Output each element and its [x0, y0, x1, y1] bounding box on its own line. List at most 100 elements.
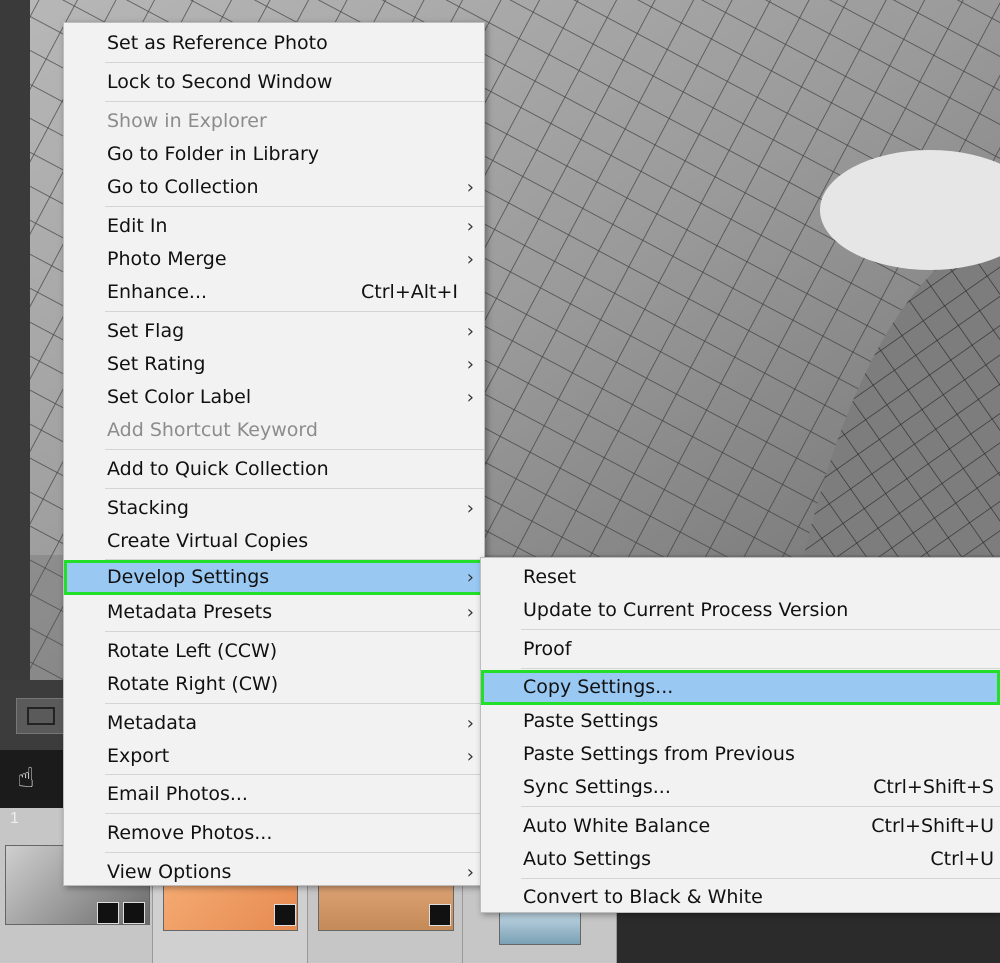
menu-item-email-photos[interactable]: Email Photos...	[64, 778, 484, 811]
menu-item-metadata[interactable]: Metadata ›	[64, 707, 484, 740]
submenu-chevron-icon: ›	[466, 387, 474, 408]
develop-badge-icon	[97, 902, 119, 924]
menu-item-label: Update to Current Process Version	[523, 599, 849, 621]
menu-item-set-as-reference-photo[interactable]: Set as Reference Photo	[64, 27, 484, 60]
menu-item-label: Convert to Black & White	[523, 886, 763, 908]
loupe-view-button[interactable]	[16, 698, 66, 734]
filmstrip-index-number: 1	[10, 810, 19, 827]
menu-separator	[105, 852, 484, 853]
menu-item-label: Export	[107, 745, 170, 767]
menu-item-shortcut: Ctrl+Shift+S	[873, 776, 994, 798]
menu-item-rotate-left[interactable]: Rotate Left (CCW)	[64, 635, 484, 668]
menu-item-label: Sync Settings...	[523, 776, 671, 798]
menu-item-label: Set as Reference Photo	[107, 32, 328, 54]
menu-item-stacking[interactable]: Stacking ›	[64, 492, 484, 525]
menu-item-lock-to-second-window[interactable]: Lock to Second Window	[64, 66, 484, 99]
menu-item-shortcut: Ctrl+Alt+I	[361, 281, 458, 303]
menu-item-edit-in[interactable]: Edit In ›	[64, 210, 484, 243]
menu-item-go-to-folder-in-library[interactable]: Go to Folder in Library	[64, 138, 484, 171]
menu-separator	[521, 668, 1000, 669]
menu-item-label: Paste Settings from Previous	[523, 743, 795, 765]
menu-separator	[521, 878, 1000, 879]
menu-item-label: Rotate Right (CW)	[107, 673, 279, 695]
menu-item-label: Copy Settings...	[523, 676, 674, 698]
develop-settings-submenu: Reset Update to Current Process Version …	[480, 557, 1000, 913]
menu-item-label: Develop Settings	[107, 566, 270, 588]
menu-item-shortcut: Ctrl+U	[930, 848, 994, 870]
submenu-chevron-icon: ›	[466, 249, 474, 270]
menu-item-label: Metadata	[107, 712, 197, 734]
menu-item-label: Edit In	[107, 215, 168, 237]
menu-item-label: Remove Photos...	[107, 822, 273, 844]
menu-item-update-process-version[interactable]: Update to Current Process Version	[481, 594, 1000, 627]
submenu-chevron-icon: ›	[466, 746, 474, 767]
menu-item-develop-settings[interactable]: Develop Settings ›	[64, 560, 484, 595]
menu-item-rotate-right[interactable]: Rotate Right (CW)	[64, 668, 484, 701]
menu-item-label: Auto Settings	[523, 848, 652, 870]
menu-item-label: Set Color Label	[107, 386, 252, 408]
menu-item-label: Email Photos...	[107, 783, 248, 805]
menu-item-proof[interactable]: Proof	[481, 633, 1000, 666]
menu-item-label: Set Flag	[107, 320, 185, 342]
menu-item-sync-settings[interactable]: Sync Settings... Ctrl+Shift+S	[481, 771, 1000, 804]
menu-item-set-flag[interactable]: Set Flag ›	[64, 315, 484, 348]
menu-item-view-options[interactable]: View Options ›	[64, 856, 484, 889]
develop-badge-icon	[274, 904, 296, 926]
menu-item-label: Add to Quick Collection	[107, 458, 329, 480]
menu-item-label: Go to Collection	[107, 176, 259, 198]
menu-separator	[105, 62, 484, 63]
menu-separator	[105, 813, 484, 814]
menu-item-set-rating[interactable]: Set Rating ›	[64, 348, 484, 381]
submenu-chevron-icon: ›	[466, 216, 474, 237]
photo-context-menu: Set as Reference Photo Lock to Second Wi…	[63, 22, 485, 886]
menu-separator	[105, 703, 484, 704]
menu-item-label: Enhance...	[107, 281, 208, 303]
menu-separator	[521, 629, 1000, 630]
menu-item-metadata-presets[interactable]: Metadata Presets ›	[64, 596, 484, 629]
submenu-chevron-icon: ›	[466, 713, 474, 734]
menu-item-copy-settings[interactable]: Copy Settings...	[481, 670, 1000, 705]
submenu-chevron-icon: ›	[466, 498, 474, 519]
menu-item-photo-merge[interactable]: Photo Merge ›	[64, 243, 484, 276]
menu-item-set-color-label[interactable]: Set Color Label ›	[64, 381, 484, 414]
submenu-chevron-icon: ›	[466, 567, 474, 588]
submenu-chevron-icon: ›	[466, 321, 474, 342]
menu-separator	[521, 806, 1000, 807]
menu-item-label: Paste Settings	[523, 710, 659, 732]
menu-item-convert-to-black-and-white[interactable]: Convert to Black & White	[481, 881, 1000, 914]
menu-item-add-shortcut-keyword: Add Shortcut Keyword	[64, 414, 484, 447]
menu-item-go-to-collection[interactable]: Go to Collection ›	[64, 171, 484, 204]
menu-item-label: Go to Folder in Library	[107, 143, 320, 165]
submenu-chevron-icon: ›	[466, 602, 474, 623]
menu-item-export[interactable]: Export ›	[64, 740, 484, 773]
menu-separator	[105, 449, 484, 450]
develop-badge-icon	[429, 904, 451, 926]
menu-item-label: Photo Merge	[107, 248, 227, 270]
menu-item-label: Proof	[523, 638, 572, 660]
menu-item-reset[interactable]: Reset	[481, 561, 1000, 594]
menu-item-label: Create Virtual Copies	[107, 530, 309, 552]
menu-item-remove-photos[interactable]: Remove Photos...	[64, 817, 484, 850]
menu-item-label: View Options	[107, 861, 232, 883]
menu-item-paste-settings[interactable]: Paste Settings	[481, 705, 1000, 738]
menu-item-auto-white-balance[interactable]: Auto White Balance Ctrl+Shift+U	[481, 810, 1000, 843]
menu-item-paste-settings-from-previous[interactable]: Paste Settings from Previous	[481, 738, 1000, 771]
menu-separator	[105, 488, 484, 489]
menu-separator	[105, 631, 484, 632]
left-panel-edge	[0, 0, 30, 680]
crop-badge-icon	[123, 902, 145, 924]
menu-item-label: Show in Explorer	[107, 110, 267, 132]
menu-item-label: Rotate Left (CCW)	[107, 640, 278, 662]
hand-pointer-icon[interactable]: ☝	[8, 758, 44, 798]
menu-item-enhance[interactable]: Enhance... Ctrl+Alt+I	[64, 276, 484, 309]
filmstrip-empty-area	[617, 912, 1000, 963]
menu-item-auto-settings[interactable]: Auto Settings Ctrl+U	[481, 843, 1000, 876]
menu-item-label: Auto White Balance	[523, 815, 711, 837]
menu-item-show-in-explorer: Show in Explorer	[64, 105, 484, 138]
menu-item-add-to-quick-collection[interactable]: Add to Quick Collection	[64, 453, 484, 486]
menu-item-shortcut: Ctrl+Shift+U	[871, 815, 994, 837]
submenu-chevron-icon: ›	[466, 862, 474, 883]
menu-item-create-virtual-copies[interactable]: Create Virtual Copies	[64, 525, 484, 558]
menu-item-label: Lock to Second Window	[107, 71, 333, 93]
menu-item-label: Metadata Presets	[107, 601, 273, 623]
